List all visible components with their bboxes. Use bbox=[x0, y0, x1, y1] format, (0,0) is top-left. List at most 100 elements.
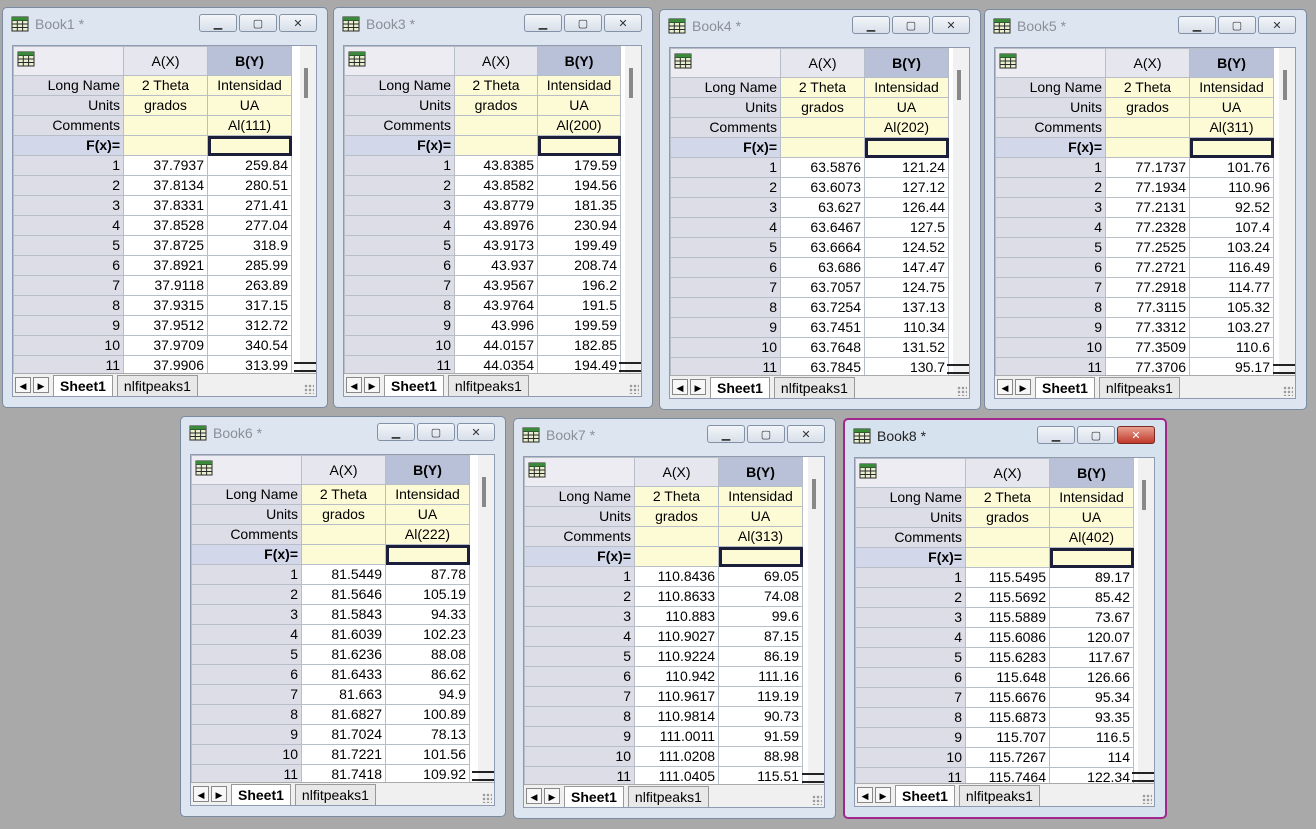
close-button[interactable]: ✕ bbox=[932, 16, 970, 34]
data-cell-a[interactable]: 110.8436 bbox=[634, 566, 719, 587]
data-cell-b[interactable]: 127.5 bbox=[864, 217, 949, 238]
row-number[interactable]: 1 bbox=[191, 564, 302, 585]
long_name-cell-b[interactable]: Intensidad bbox=[1049, 487, 1134, 508]
data-cell-a[interactable]: 115.707 bbox=[965, 727, 1050, 748]
row-number[interactable]: 5 bbox=[13, 235, 124, 256]
formula-cell-a[interactable] bbox=[454, 135, 538, 156]
data-cell-a[interactable]: 115.7267 bbox=[965, 747, 1050, 768]
scrollbar-thumb[interactable] bbox=[482, 477, 486, 507]
data-cell-b[interactable]: 137.13 bbox=[864, 297, 949, 318]
column-a-header[interactable]: A(X) bbox=[454, 46, 538, 76]
data-cell-b[interactable]: 86.19 bbox=[718, 646, 803, 667]
comments-cell-a[interactable] bbox=[634, 526, 719, 547]
row-number[interactable]: 5 bbox=[191, 644, 302, 665]
maximize-button[interactable]: ▢ bbox=[1218, 16, 1256, 34]
minimize-button[interactable]: ▁ bbox=[1037, 426, 1075, 444]
data-cell-a[interactable]: 43.996 bbox=[454, 315, 538, 336]
resize-grip-icon[interactable] bbox=[482, 793, 492, 803]
data-cell-b[interactable]: 196.2 bbox=[537, 275, 621, 296]
data-cell-b[interactable]: 90.73 bbox=[718, 706, 803, 727]
data-cell-b[interactable]: 280.51 bbox=[207, 175, 292, 196]
column-a-header[interactable]: A(X) bbox=[1105, 48, 1190, 78]
tab-scroll-left-button[interactable]: ◀ bbox=[15, 377, 31, 393]
data-cell-b[interactable]: 131.52 bbox=[864, 337, 949, 358]
data-cell-a[interactable]: 110.9027 bbox=[634, 626, 719, 647]
column-a-header[interactable]: A(X) bbox=[634, 457, 719, 487]
data-cell-b[interactable]: 199.49 bbox=[537, 235, 621, 256]
data-cell-b[interactable]: 114 bbox=[1049, 747, 1134, 768]
splitter-handle[interactable] bbox=[947, 364, 969, 374]
resize-grip-icon[interactable] bbox=[1142, 794, 1152, 804]
data-cell-a[interactable]: 43.9764 bbox=[454, 295, 538, 316]
tab-sheet1[interactable]: Sheet1 bbox=[384, 374, 444, 396]
title-bar[interactable]: Book8 * ▁ ▢ ✕ bbox=[845, 420, 1165, 450]
data-cell-a[interactable]: 110.9617 bbox=[634, 686, 719, 707]
row-number[interactable]: 10 bbox=[524, 746, 635, 767]
data-cell-a[interactable]: 111.0208 bbox=[634, 746, 719, 767]
row-number[interactable]: 8 bbox=[524, 706, 635, 727]
data-cell-b[interactable]: 208.74 bbox=[537, 255, 621, 276]
row-number[interactable]: 9 bbox=[13, 315, 124, 336]
resize-grip-icon[interactable] bbox=[812, 795, 822, 805]
data-cell-b[interactable]: 87.15 bbox=[718, 626, 803, 647]
data-cell-a[interactable]: 77.1934 bbox=[1105, 177, 1190, 198]
row-number[interactable]: 10 bbox=[855, 747, 966, 768]
column-b-header[interactable]: B(Y) bbox=[1189, 48, 1274, 78]
sheet-corner-icon[interactable] bbox=[524, 457, 635, 487]
row-number[interactable]: 8 bbox=[191, 704, 302, 725]
data-cell-b[interactable]: 126.44 bbox=[864, 197, 949, 218]
maximize-button[interactable]: ▢ bbox=[892, 16, 930, 34]
column-b-header[interactable]: B(Y) bbox=[1049, 458, 1134, 488]
tab-scroll-right-button[interactable]: ▶ bbox=[875, 787, 891, 803]
data-cell-a[interactable]: 111.0011 bbox=[634, 726, 719, 747]
vertical-scrollbar[interactable] bbox=[478, 455, 494, 783]
title-bar[interactable]: Book3 * ▁ ▢ ✕ bbox=[334, 8, 652, 38]
title-bar[interactable]: Book5 * ▁ ▢ ✕ bbox=[985, 10, 1306, 40]
splitter-handle[interactable] bbox=[802, 773, 824, 783]
data-cell-b[interactable]: 119.19 bbox=[718, 686, 803, 707]
long_name-cell-a[interactable]: 2 Theta bbox=[965, 487, 1050, 508]
data-cell-b[interactable]: 69.05 bbox=[718, 566, 803, 587]
workbook-window[interactable]: Book7 * ▁ ▢ ✕ A(X) B(Y) Long Name 2 Theta Intens… bbox=[513, 418, 836, 819]
tab-nlfitpeaks1[interactable]: nlfitpeaks1 bbox=[627, 785, 709, 807]
row-number[interactable]: 7 bbox=[344, 275, 455, 296]
tab-nlfitpeaks1[interactable]: nlfitpeaks1 bbox=[773, 376, 855, 398]
data-cell-a[interactable]: 37.8528 bbox=[123, 215, 208, 236]
units-cell-a[interactable]: grados bbox=[454, 95, 538, 116]
data-cell-b[interactable]: 147.47 bbox=[864, 257, 949, 278]
resize-grip-icon[interactable] bbox=[957, 386, 967, 396]
data-cell-a[interactable]: 43.8385 bbox=[454, 155, 538, 176]
data-cell-a[interactable]: 81.6039 bbox=[301, 624, 386, 645]
data-cell-b[interactable]: 121.24 bbox=[864, 157, 949, 178]
row-number[interactable]: 9 bbox=[524, 726, 635, 747]
data-cell-b[interactable]: 259.84 bbox=[207, 155, 292, 176]
data-cell-b[interactable]: 102.23 bbox=[385, 624, 470, 645]
row-number[interactable]: 9 bbox=[995, 317, 1106, 338]
column-a-header[interactable]: A(X) bbox=[301, 455, 386, 485]
row-number[interactable]: 1 bbox=[855, 567, 966, 588]
row-number[interactable]: 1 bbox=[670, 157, 781, 178]
resize-grip-icon[interactable] bbox=[629, 384, 639, 394]
row-number[interactable]: 6 bbox=[13, 255, 124, 276]
vertical-scrollbar[interactable] bbox=[1279, 48, 1295, 376]
data-cell-a[interactable]: 77.2131 bbox=[1105, 197, 1190, 218]
data-cell-b[interactable]: 116.49 bbox=[1189, 257, 1274, 278]
close-button[interactable]: ✕ bbox=[604, 14, 642, 32]
close-button[interactable]: ✕ bbox=[1258, 16, 1296, 34]
data-cell-a[interactable]: 110.883 bbox=[634, 606, 719, 627]
units-cell-a[interactable]: grados bbox=[780, 97, 865, 118]
data-cell-b[interactable]: 110.96 bbox=[1189, 177, 1274, 198]
formula-cell-a[interactable] bbox=[1105, 137, 1190, 158]
long_name-cell-a[interactable]: 2 Theta bbox=[1105, 77, 1190, 98]
data-cell-b[interactable]: 99.6 bbox=[718, 606, 803, 627]
tab-scroll-left-button[interactable]: ◀ bbox=[672, 379, 688, 395]
data-cell-a[interactable]: 37.8725 bbox=[123, 235, 208, 256]
row-number[interactable]: 2 bbox=[995, 177, 1106, 198]
data-cell-a[interactable]: 63.5876 bbox=[780, 157, 865, 178]
data-cell-a[interactable]: 110.9814 bbox=[634, 706, 719, 727]
workbook-window[interactable]: Book3 * ▁ ▢ ✕ A(X) B(Y) Long Name 2 Theta Intens… bbox=[333, 7, 653, 408]
maximize-button[interactable]: ▢ bbox=[417, 423, 455, 441]
data-cell-a[interactable]: 77.3509 bbox=[1105, 337, 1190, 358]
row-number[interactable]: 7 bbox=[191, 684, 302, 705]
row-number[interactable]: 10 bbox=[191, 744, 302, 765]
